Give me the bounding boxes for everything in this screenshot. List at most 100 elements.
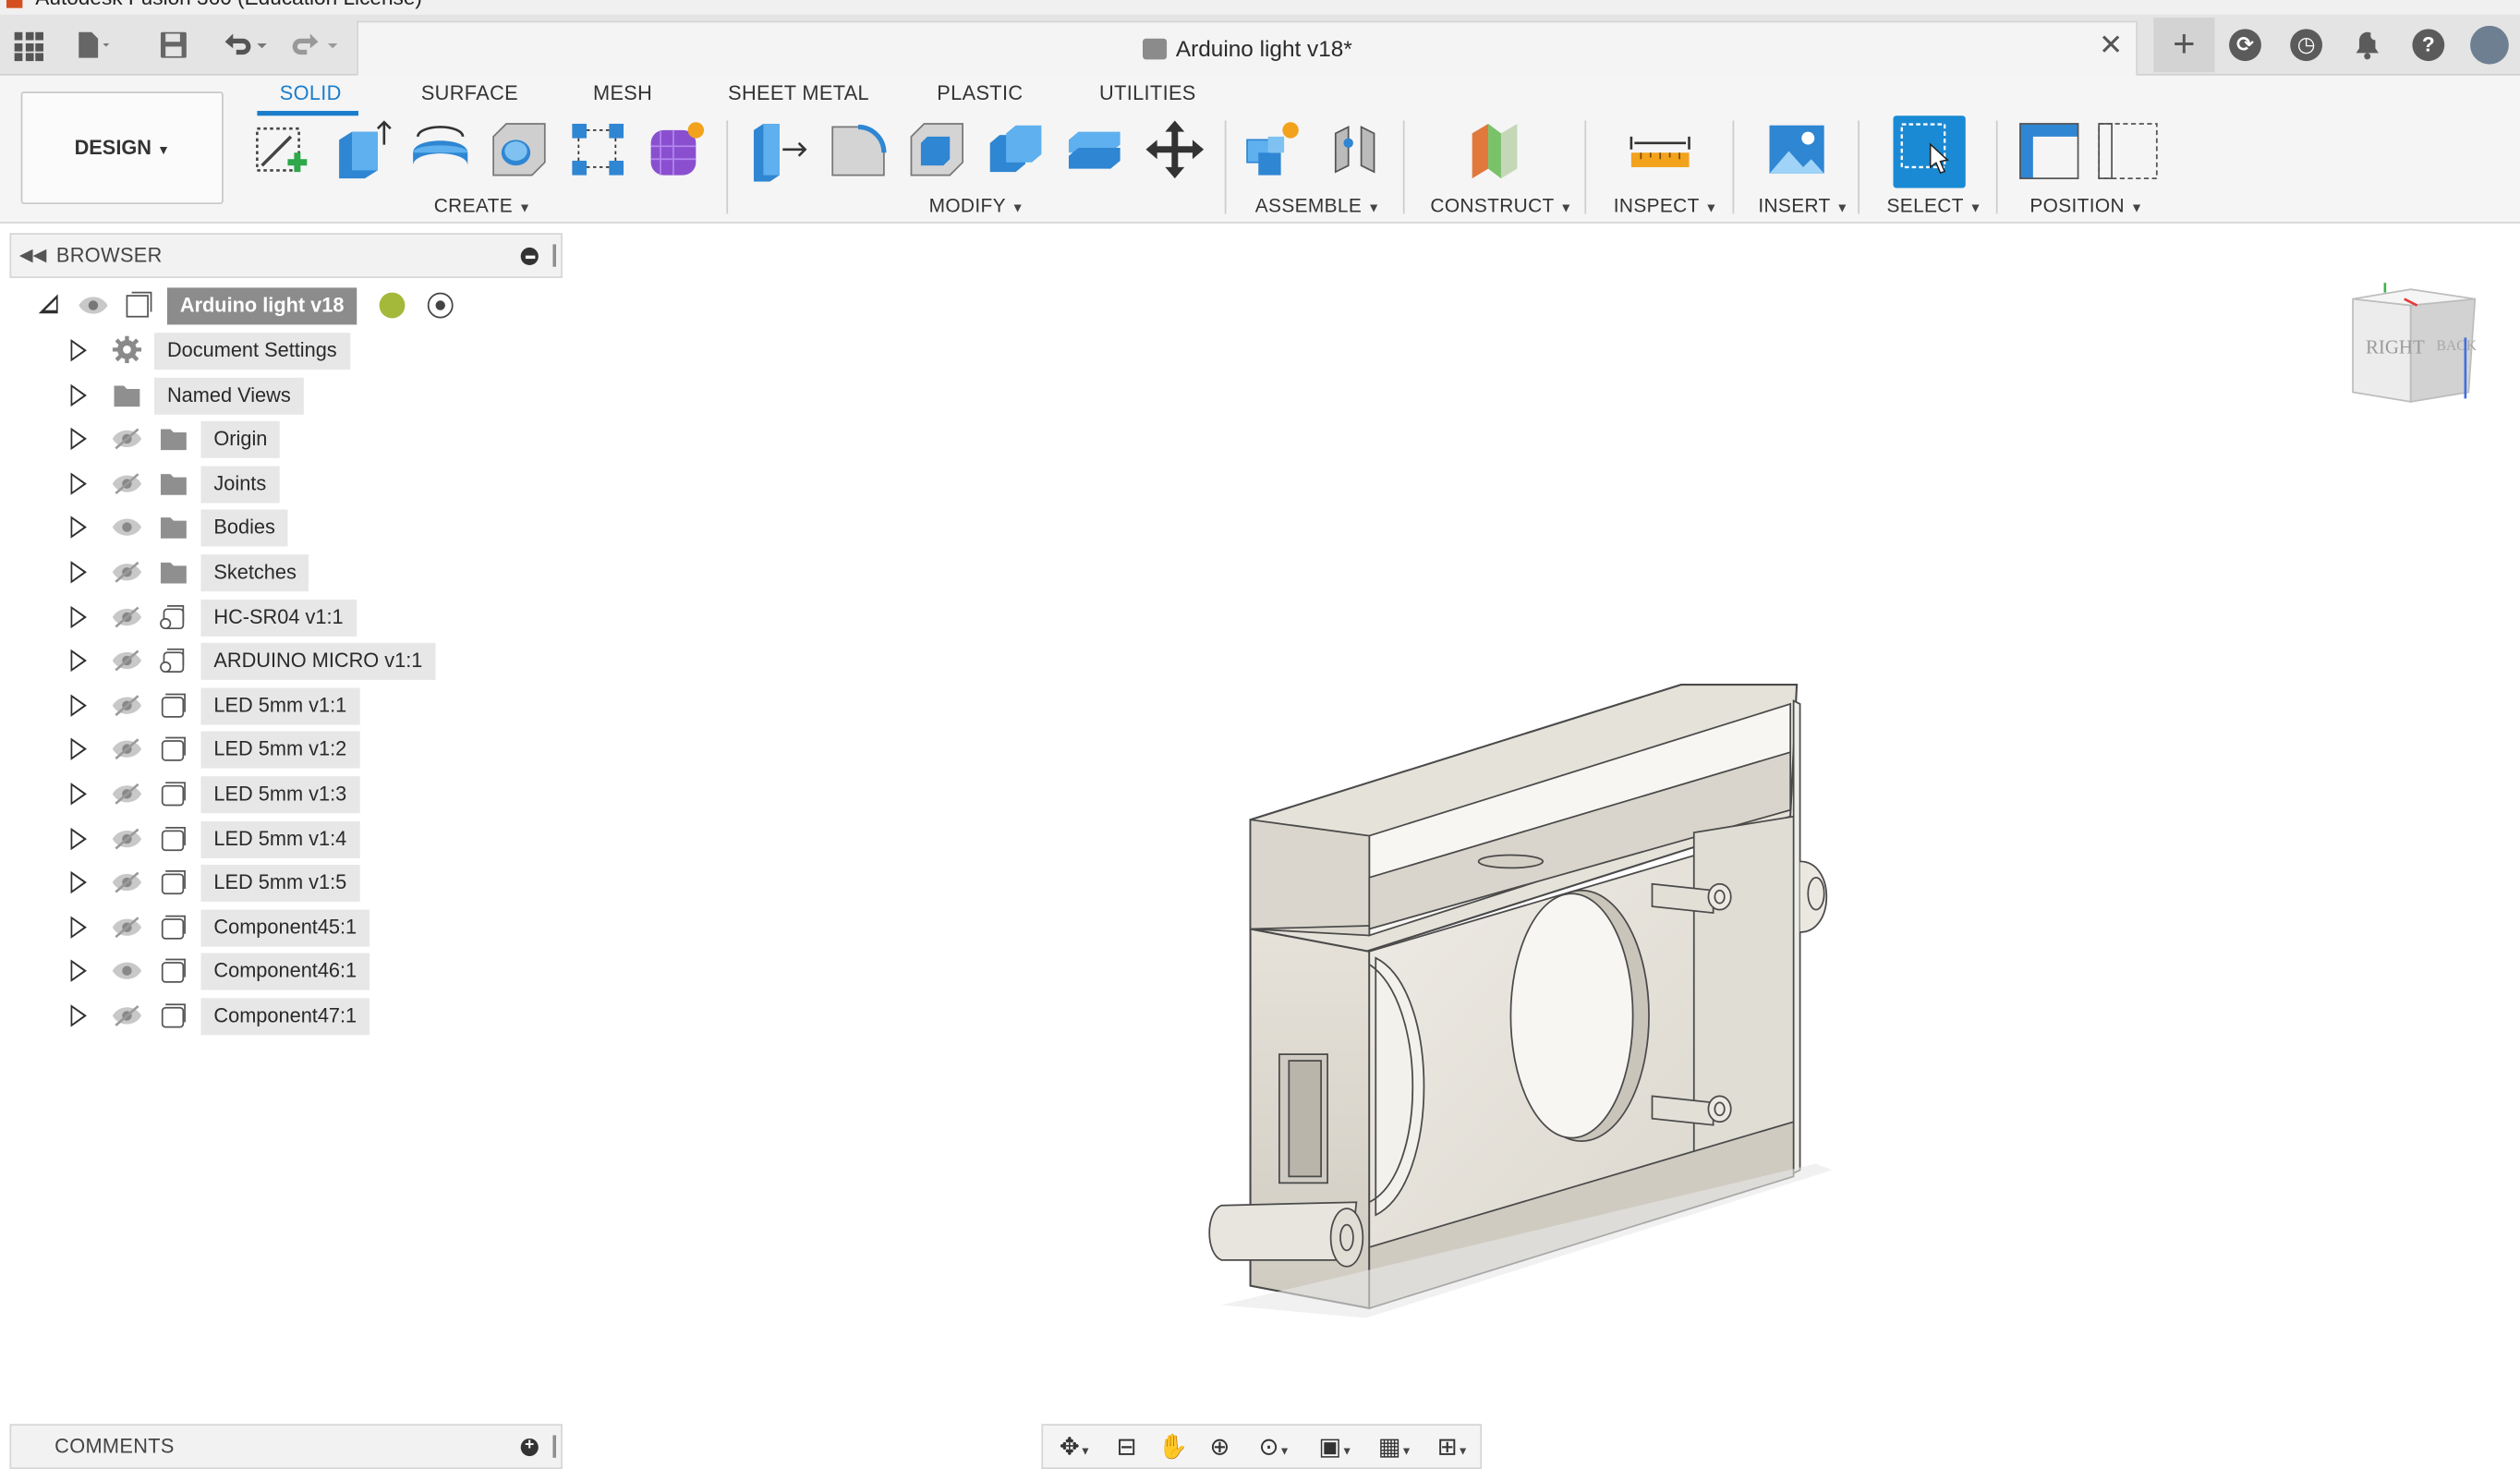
panel-grip-icon[interactable] xyxy=(552,244,556,267)
collapse-browser-icon[interactable]: ◀◀ xyxy=(19,244,46,265)
activate-radio-icon[interactable] xyxy=(427,292,454,319)
hole-tool[interactable] xyxy=(487,117,551,182)
viewcube[interactable]: RIGHT BACK xyxy=(2340,273,2485,419)
joint-tool[interactable] xyxy=(1323,117,1387,182)
expand-arrow-icon[interactable] xyxy=(70,783,87,806)
notifications-button[interactable] xyxy=(2337,18,2398,72)
expand-arrow-icon[interactable] xyxy=(70,960,87,983)
browser-item[interactable]: Sketches xyxy=(0,552,563,592)
create-menu[interactable]: CREATE ▼ xyxy=(434,194,532,216)
expand-arrow-icon[interactable] xyxy=(70,1004,87,1027)
eye-hidden-icon[interactable] xyxy=(111,783,143,805)
browser-item[interactable]: ARDUINO MICRO v1:1 xyxy=(0,641,563,681)
revolve-tool[interactable] xyxy=(408,117,473,182)
insert-canvas-tool[interactable] xyxy=(1764,117,1829,182)
insert-menu[interactable]: INSERT ▼ xyxy=(1758,194,1848,216)
position-menu[interactable]: POSITION ▼ xyxy=(2029,194,2143,216)
eye-visible-icon[interactable] xyxy=(78,294,110,316)
assemble-menu[interactable]: ASSEMBLE ▼ xyxy=(1255,194,1381,216)
select-menu[interactable]: SELECT ▼ xyxy=(1887,194,1982,216)
eye-hidden-icon[interactable] xyxy=(111,1004,143,1026)
browser-item[interactable]: Document Settings xyxy=(0,331,563,370)
browser-item[interactable]: LED 5mm v1:2 xyxy=(0,730,563,770)
create-sketch-tool[interactable] xyxy=(249,117,314,182)
move-copy-tool[interactable] xyxy=(1143,117,1207,182)
eye-hidden-icon[interactable] xyxy=(111,561,143,583)
expand-arrow-icon[interactable] xyxy=(70,605,87,628)
press-pull-tool[interactable] xyxy=(747,117,812,182)
browser-item[interactable]: LED 5mm v1:1 xyxy=(0,686,563,725)
expand-arrow-icon[interactable] xyxy=(70,650,87,673)
combine-tool[interactable] xyxy=(984,117,1048,182)
viewcube-right-face[interactable]: RIGHT xyxy=(2366,336,2425,358)
redo-button[interactable] xyxy=(289,29,341,61)
file-menu-button[interactable] xyxy=(74,29,110,61)
browser-item[interactable]: Component45:1 xyxy=(0,908,563,947)
workspace-switcher[interactable]: DESIGN ▼ xyxy=(20,91,224,204)
expand-arrow-icon[interactable] xyxy=(70,738,87,761)
save-button[interactable] xyxy=(156,29,191,61)
browser-item[interactable]: LED 5mm v1:5 xyxy=(0,863,563,903)
pattern-tool[interactable] xyxy=(565,117,630,182)
tab-utilities[interactable]: UTILITIES xyxy=(1099,82,1196,104)
expand-arrow-icon[interactable] xyxy=(70,871,87,894)
browser-item[interactable]: Named Views xyxy=(0,375,563,415)
browser-item[interactable]: LED 5mm v1:4 xyxy=(0,819,563,858)
modify-menu[interactable]: MODIFY ▼ xyxy=(929,194,1024,216)
tab-mesh[interactable]: MESH xyxy=(593,82,652,104)
eye-hidden-icon[interactable] xyxy=(111,428,143,450)
viewcube-back-face[interactable]: BACK xyxy=(2437,338,2478,354)
offset-plane-tool[interactable] xyxy=(1462,117,1527,182)
tab-plastic[interactable]: PLASTIC xyxy=(937,82,1023,104)
tab-sheet-metal[interactable]: SHEET METAL xyxy=(728,82,869,104)
undo-button[interactable] xyxy=(219,29,271,61)
profile-button[interactable] xyxy=(2459,18,2520,72)
measure-tool[interactable] xyxy=(1628,117,1692,182)
tab-surface[interactable]: SURFACE xyxy=(421,82,518,104)
expand-arrow-icon[interactable] xyxy=(70,694,87,717)
zoom-tool[interactable]: ⊕ xyxy=(1201,1432,1240,1464)
eye-hidden-icon[interactable] xyxy=(111,605,143,627)
expand-arrow-icon[interactable] xyxy=(70,383,87,407)
expand-arrow-icon[interactable] xyxy=(70,428,87,451)
browser-item[interactable]: Bodies xyxy=(0,508,563,548)
browser-item[interactable]: Component46:1 xyxy=(0,953,563,991)
eye-hidden-icon[interactable] xyxy=(111,916,143,938)
data-panel-grid-icon[interactable] xyxy=(14,31,43,62)
new-tab-button[interactable]: + xyxy=(2153,18,2215,73)
construct-menu[interactable]: CONSTRUCT ▼ xyxy=(1430,194,1572,216)
pan-tool[interactable]: ✋ xyxy=(1154,1432,1193,1464)
panel-grip-icon[interactable] xyxy=(552,1435,556,1458)
look-at-tool[interactable]: ⊟ xyxy=(1108,1432,1146,1464)
expand-arrow-icon[interactable] xyxy=(70,516,87,540)
expand-arrow-icon[interactable] xyxy=(70,472,87,495)
browser-item[interactable]: LED 5mm v1:3 xyxy=(0,774,563,814)
eye-visible-icon[interactable] xyxy=(111,960,143,982)
extrude-tool[interactable] xyxy=(330,117,394,182)
orbit-tool[interactable]: ✥▼ xyxy=(1049,1432,1101,1464)
extensions-button[interactable]: ⟳ xyxy=(2214,18,2275,72)
browser-root[interactable]: Arduino light v18 xyxy=(0,286,563,325)
job-status-button[interactable]: ◷ xyxy=(2276,18,2337,72)
offset-face-tool[interactable] xyxy=(1062,117,1127,182)
expand-arrow-icon[interactable] xyxy=(70,339,87,362)
expand-arrow-icon[interactable] xyxy=(70,827,87,850)
add-comment-icon[interactable]: + xyxy=(520,1438,539,1457)
model-enclosure[interactable] xyxy=(1189,669,1864,1344)
browser-item[interactable]: HC-SR04 v1:1 xyxy=(0,597,563,637)
eye-hidden-icon[interactable] xyxy=(111,694,143,716)
shell-tool[interactable] xyxy=(905,117,970,182)
browser-item[interactable]: Component47:1 xyxy=(0,997,563,1036)
create-form-tool[interactable] xyxy=(645,117,709,182)
fit-tool[interactable]: ⊙▼ xyxy=(1249,1432,1301,1464)
expand-arrow-icon[interactable] xyxy=(70,561,87,584)
grid-settings[interactable]: ▦▼ xyxy=(1369,1432,1421,1464)
close-tab-icon[interactable]: ✕ xyxy=(2099,29,2123,63)
help-button[interactable]: ? xyxy=(2398,18,2459,72)
document-tab[interactable]: Arduino light v18* ✕ xyxy=(357,20,2138,76)
eye-hidden-icon[interactable] xyxy=(111,827,143,849)
tab-solid[interactable]: SOLID xyxy=(280,82,342,104)
viewports-settings[interactable]: ⊞▼ xyxy=(1427,1432,1479,1464)
revert-position-tool[interactable] xyxy=(2096,117,2161,182)
eye-hidden-icon[interactable] xyxy=(111,472,143,494)
